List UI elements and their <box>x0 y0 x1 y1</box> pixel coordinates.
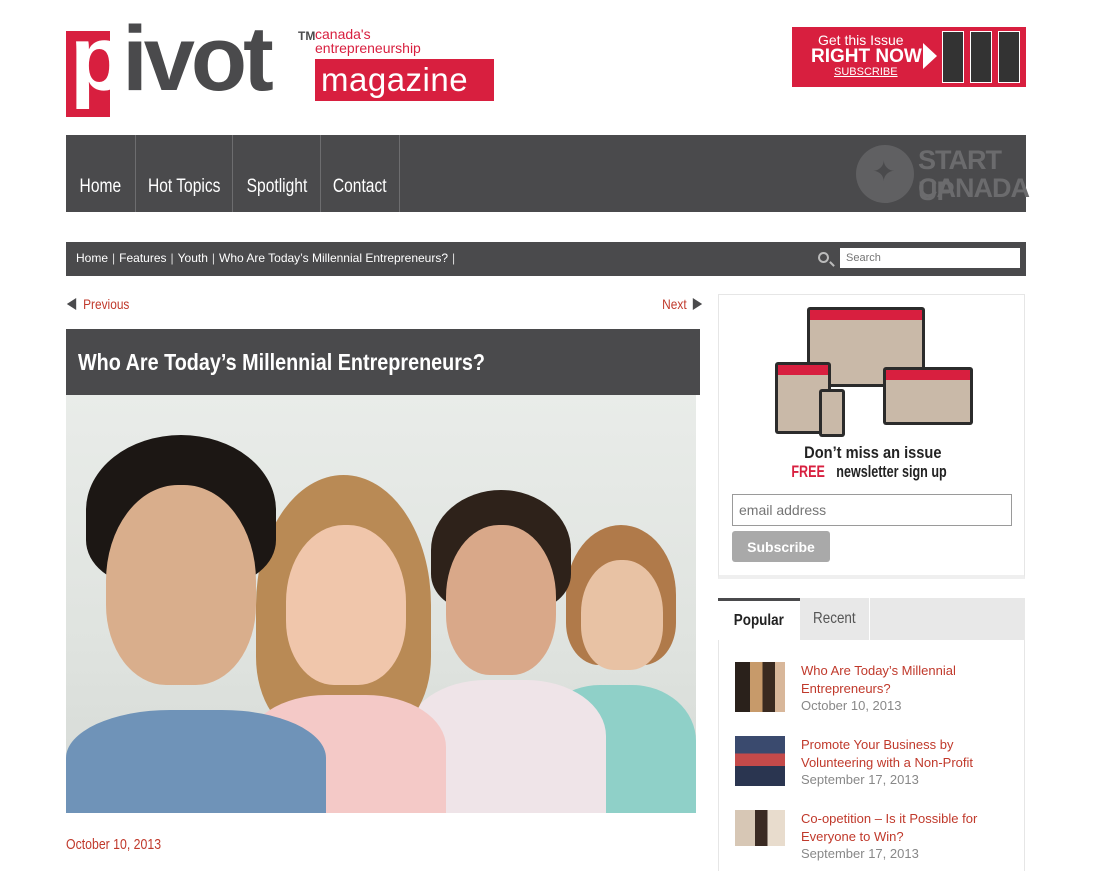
subscribe-promo-banner[interactable]: Get this Issue RIGHT NOW SUBSCRIBE <box>792 27 1026 87</box>
post-date: October 10, 2013 <box>801 698 902 713</box>
newsletter-subheading: FREE newsletter sign up <box>791 462 948 481</box>
breadcrumb-youth[interactable]: Youth <box>178 251 208 265</box>
site-logo[interactable]: pivot TM canada's entrepreneurship magaz… <box>66 13 496 119</box>
promo-subscribe-link[interactable]: SUBSCRIBE <box>834 66 898 78</box>
post-title-link[interactable]: Promote Your Business by Volunteering wi… <box>801 736 1011 772</box>
breadcrumb: Home | Features | Youth | Who Are Today’s Mill… <box>76 251 456 265</box>
article-hero-image <box>66 395 696 813</box>
magazine-covers-image <box>942 31 1022 83</box>
logo-tagline: canada's entrepreneurship <box>315 26 421 56</box>
tab-recent[interactable]: Recent <box>800 598 870 640</box>
email-field[interactable] <box>732 494 1012 526</box>
arrow-left-icon <box>66 298 77 310</box>
logo-magazine-label: magazine <box>315 59 494 101</box>
search-icon[interactable] <box>818 252 829 263</box>
post-thumbnail[interactable] <box>735 736 785 786</box>
article-title: Who Are Today’s Millennial Entrepreneurs… <box>78 349 486 375</box>
tab-popular[interactable]: Popular <box>718 598 800 640</box>
breadcrumb-bar: Home | Features | Youth | Who Are Today’s Mill… <box>66 242 1026 276</box>
post-title-link[interactable]: Co-opetition – Is it Possible for Everyo… <box>801 810 1011 846</box>
breadcrumb-current: Who Are Today’s Millennial Entrepreneurs… <box>219 251 449 265</box>
maple-leaf-icon <box>856 145 914 203</box>
newsletter-box: Don’t miss an issue FREE newsletter sign… <box>718 294 1025 579</box>
article-title-bar: Who Are Today’s Millennial Entrepreneurs… <box>66 329 700 395</box>
popular-posts-list: Who Are Today’s Millennial Entrepreneurs… <box>718 640 1025 871</box>
devices-image <box>775 307 975 437</box>
next-link[interactable]: Next <box>660 296 703 312</box>
posts-tabs: Popular Recent <box>718 598 1025 640</box>
post-thumbnail[interactable] <box>735 662 785 712</box>
subscribe-button[interactable]: Subscribe <box>732 531 830 562</box>
breadcrumb-home[interactable]: Home <box>76 251 108 265</box>
search-input[interactable] <box>840 248 1020 268</box>
logo-trademark: TM <box>298 29 316 43</box>
startup-canada-logo[interactable]: START UP CANADA <box>856 145 1030 206</box>
logo-wordmark: pivot <box>70 8 274 110</box>
nav-item-home[interactable]: Home <box>66 135 136 212</box>
article-date: October 10, 2013 <box>66 836 162 853</box>
newsletter-heading: Don’t miss an issue <box>803 443 942 462</box>
post-title-link[interactable]: Who Are Today’s Millennial Entrepreneurs… <box>801 662 1011 698</box>
nav-item-contact[interactable]: Contact <box>321 135 400 212</box>
arrow-right-icon <box>923 43 937 69</box>
arrow-right-icon <box>692 298 702 310</box>
main-nav: Home Hot Topics Spotlight Contact START … <box>66 135 1030 212</box>
breadcrumb-features[interactable]: Features <box>119 251 166 265</box>
promo-line-2: RIGHT NOW <box>811 46 922 67</box>
post-date: September 17, 2013 <box>801 772 919 787</box>
nav-item-spotlight[interactable]: Spotlight <box>233 135 321 212</box>
nav-item-hot-topics[interactable]: Hot Topics <box>136 135 233 212</box>
post-date: September 17, 2013 <box>801 846 919 861</box>
post-thumbnail[interactable] <box>735 810 785 846</box>
previous-link[interactable]: Previous <box>66 296 133 312</box>
